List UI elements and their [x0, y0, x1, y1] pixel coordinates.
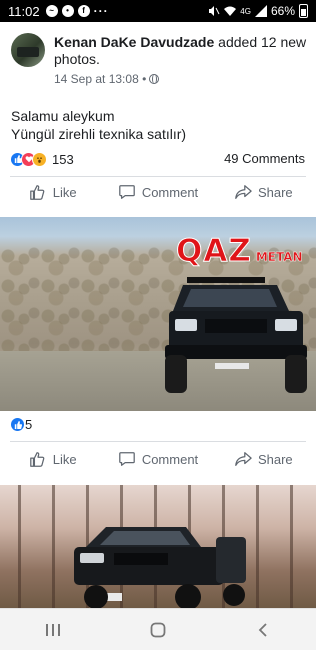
- photo-overlay-main: QAZ: [176, 233, 252, 269]
- photo-reactions-summary[interactable]: 5: [10, 417, 32, 432]
- post-timestamp[interactable]: 14 Sep at 13:08 •: [54, 72, 146, 86]
- divider: [10, 441, 306, 442]
- wifi-icon: [224, 6, 237, 16]
- share-icon: [235, 452, 252, 466]
- comment-icon: [118, 185, 135, 199]
- photo-overlay-sub: METAN: [255, 250, 303, 264]
- battery-icon: [299, 4, 308, 18]
- post-meta: 14 Sep at 13:08 •: [54, 72, 160, 86]
- reaction-count: 153: [52, 151, 74, 167]
- battery-percent: 66%: [270, 4, 295, 18]
- armored-truck-image: [165, 277, 307, 393]
- home-button[interactable]: [138, 615, 178, 645]
- thumbs-up-icon: [29, 452, 45, 467]
- photo-reaction-count: 5: [25, 417, 33, 432]
- photo-actions-bar: Like Comment Share: [0, 444, 316, 474]
- thumbs-up-icon: [29, 185, 45, 200]
- comment-label: Comment: [141, 184, 199, 200]
- post-photo[interactable]: QAZ METAN: [0, 217, 316, 411]
- status-bar: 11:02 ~ • f ··· 4G 66%: [0, 0, 316, 22]
- share-button[interactable]: Share: [211, 183, 316, 201]
- system-navigation-bar: [0, 608, 316, 650]
- post-actions-bar: Like Comment Share: [0, 177, 316, 207]
- post-text-line: Yüngül zirehli texnika satılır): [11, 126, 187, 142]
- photo-like-button[interactable]: Like: [0, 450, 105, 468]
- messenger-icon: ~: [45, 5, 58, 17]
- like-button[interactable]: Like: [0, 183, 105, 201]
- notification-icon: •: [61, 5, 74, 17]
- comments-count[interactable]: 49 Comments: [224, 151, 305, 166]
- post-text-line: Salamu aleykum: [11, 108, 115, 124]
- share-label: Share: [257, 184, 293, 200]
- comment-button[interactable]: Comment: [105, 183, 210, 201]
- recent-apps-button[interactable]: [33, 615, 73, 645]
- share-label: Share: [257, 451, 293, 467]
- status-notification-icons: ~ • f ···: [45, 4, 109, 18]
- signal-icon: [254, 5, 267, 17]
- author-name[interactable]: Kenan DaKe Davudzade: [54, 34, 214, 50]
- like-reaction-icon: [10, 417, 25, 432]
- post-text: Salamu aleykum Yüngül zirehli texnika sa…: [11, 107, 186, 143]
- facebook-icon: f: [77, 5, 90, 17]
- wow-reaction-icon: [32, 151, 47, 167]
- post-photo[interactable]: [0, 485, 316, 608]
- reactions-summary[interactable]: 153: [10, 150, 74, 168]
- post-header-text: Kenan DaKe Davudzade added 12 new photos…: [54, 34, 310, 68]
- photo-comment-button[interactable]: Comment: [105, 450, 210, 468]
- like-label: Like: [52, 184, 77, 200]
- more-notifications-icon: ···: [93, 4, 109, 18]
- globe-icon: [149, 74, 160, 84]
- photo-share-button[interactable]: Share: [211, 450, 316, 468]
- comment-icon: [118, 452, 135, 466]
- comment-label: Comment: [141, 451, 199, 467]
- sound-icon: [209, 6, 220, 16]
- back-button[interactable]: [243, 615, 283, 645]
- back-icon: [259, 622, 267, 637]
- share-icon: [235, 185, 252, 199]
- photo-overlay-brand: QAZ METAN: [176, 227, 303, 269]
- status-time: 11:02: [8, 3, 40, 19]
- recent-apps-icon: [45, 623, 60, 636]
- home-icon: [150, 622, 166, 637]
- armored-truck-image: [74, 527, 246, 608]
- like-label: Like: [52, 451, 77, 467]
- network-type: 4G: [240, 6, 251, 16]
- avatar[interactable]: [11, 33, 45, 67]
